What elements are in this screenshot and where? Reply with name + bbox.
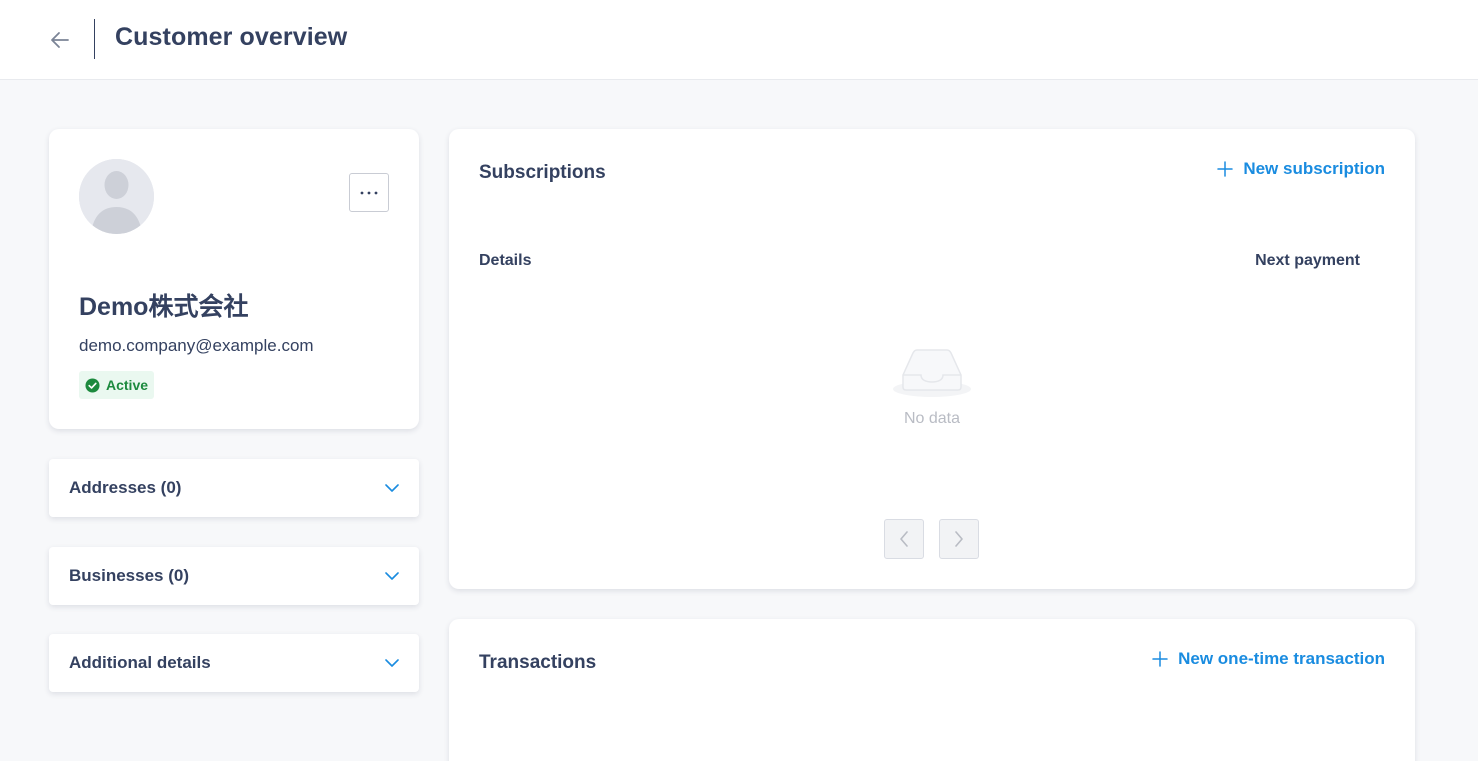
header-divider bbox=[94, 19, 95, 59]
arrow-left-icon bbox=[51, 32, 69, 48]
chevron-left-icon bbox=[900, 531, 908, 547]
pagination-prev-button[interactable] bbox=[884, 519, 924, 559]
customer-email: demo.company@example.com bbox=[79, 336, 314, 355]
top-bar: Customer overview bbox=[0, 0, 1478, 80]
businesses-section-label: Businesses (0) bbox=[69, 566, 189, 585]
subscriptions-card: Subscriptions New subscription Details N… bbox=[449, 129, 1415, 589]
new-subscription-button[interactable]: New subscription bbox=[1217, 159, 1385, 179]
addresses-section[interactable]: Addresses (0) bbox=[49, 459, 419, 517]
empty-inbox-icon bbox=[893, 349, 971, 397]
addresses-section-label: Addresses (0) bbox=[69, 478, 182, 497]
page-title: Customer overview bbox=[115, 23, 348, 51]
businesses-section[interactable]: Businesses (0) bbox=[49, 547, 419, 605]
plus-icon bbox=[1152, 651, 1168, 667]
plus-icon bbox=[1217, 161, 1234, 177]
empty-state: No data bbox=[449, 343, 1415, 428]
subscriptions-title: Subscriptions bbox=[479, 162, 606, 183]
more-actions-button[interactable] bbox=[349, 173, 389, 212]
chevron-down-icon bbox=[385, 484, 399, 492]
status-label: Active bbox=[106, 377, 149, 393]
chevron-right-icon bbox=[955, 531, 963, 547]
column-header-details: Details bbox=[479, 252, 532, 269]
user-placeholder-icon bbox=[79, 159, 154, 234]
additional-details-section[interactable]: Additional details bbox=[49, 634, 419, 692]
ellipsis-icon bbox=[360, 191, 378, 194]
status-badge: Active bbox=[79, 371, 155, 399]
new-subscription-label: New subscription bbox=[1243, 159, 1385, 178]
column-header-next-payment: Next payment bbox=[1255, 252, 1360, 269]
new-one-time-transaction-label: New one-time transaction bbox=[1178, 649, 1385, 668]
empty-state-text: No data bbox=[903, 410, 961, 427]
pagination-next-button[interactable] bbox=[939, 519, 979, 559]
chevron-down-icon bbox=[385, 659, 399, 667]
check-circle-icon bbox=[85, 377, 100, 393]
customer-name: Demo株式会社 bbox=[79, 293, 249, 321]
additional-details-section-label: Additional details bbox=[69, 653, 211, 672]
back-button[interactable] bbox=[46, 26, 74, 54]
new-one-time-transaction-button[interactable]: New one-time transaction bbox=[1152, 649, 1385, 669]
chevron-down-icon bbox=[385, 572, 399, 580]
transactions-title: Transactions bbox=[479, 652, 597, 673]
transactions-card: Transactions New one-time transaction bbox=[449, 619, 1415, 761]
customer-profile-card: Demo株式会社 demo.company@example.com Active bbox=[49, 129, 419, 429]
avatar bbox=[79, 159, 154, 234]
